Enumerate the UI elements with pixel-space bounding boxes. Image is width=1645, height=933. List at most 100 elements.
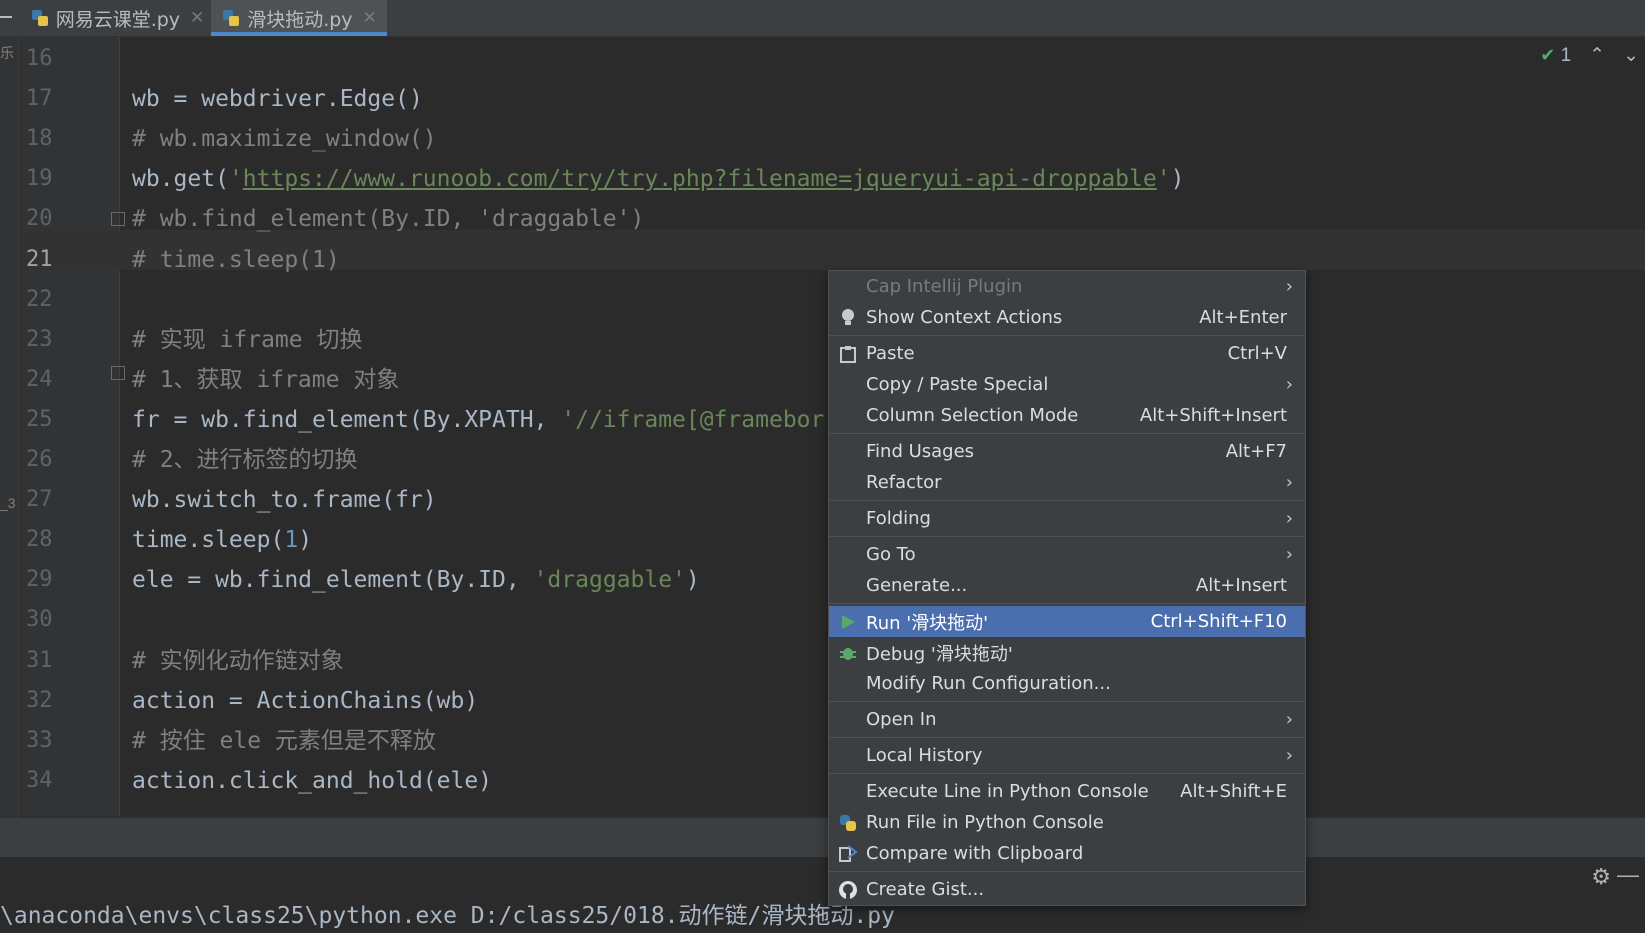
code-line[interactable]: 21 # time.sleep(1) [0, 240, 1645, 280]
code-line[interactable]: 34 action.click_and_hold(ele) [0, 761, 1645, 801]
code-token: # wb.maximize_window() [132, 126, 437, 153]
debug-icon [837, 642, 859, 664]
code-line[interactable]: 25 fr = wb.find_element(By.XPATH, '//ifra… [0, 400, 1645, 440]
menu-item-compare-with-clipboard[interactable]: Compare with Clipboard [829, 838, 1305, 869]
menu-item-column-selection-mode[interactable]: Column Selection Mode Alt+Shift+Insert [829, 400, 1305, 431]
code-line[interactable]: 28 time.sleep(1) [0, 520, 1645, 560]
menu-separator [829, 701, 1305, 702]
code-token: # 1、获取 iframe 对象 [132, 366, 400, 393]
line-number: 34 [26, 767, 53, 793]
code-line[interactable]: 29 ele = wb.find_element(By.ID, 'draggabl… [0, 560, 1645, 600]
code-token: action.click_and_hold(ele) [132, 767, 493, 794]
menu-separator [829, 871, 1305, 872]
menu-item-copy-paste-special[interactable]: Copy / Paste Special › [829, 369, 1305, 400]
code-token: ele = wb.find_element(By.ID, [132, 567, 534, 594]
code-text[interactable]: ele = wb.find_element(By.ID, 'draggable'… [132, 560, 700, 600]
menu-item-open-in[interactable]: Open In › [829, 704, 1305, 735]
menu-item-label: Generate... [866, 575, 968, 596]
menu-item-label: Folding [866, 508, 931, 529]
code-text[interactable]: # 2、进行标签的切换 [132, 440, 358, 480]
code-line[interactable]: 20 # wb.find_element(By.ID, 'draggable') [0, 199, 1645, 239]
chevron-right-icon: › [1285, 544, 1293, 565]
chevron-up-icon[interactable]: ⌃ [1589, 44, 1605, 67]
menu-separator [829, 536, 1305, 537]
code-text[interactable]: # 1、获取 iframe 对象 [132, 360, 399, 400]
minimize-icon[interactable]: — [1617, 862, 1639, 888]
code-token: ' [1156, 166, 1171, 193]
code-text[interactable]: wb.get('https://www.runoob.com/try/try.p… [132, 159, 1184, 199]
menu-item-run[interactable]: Run '滑块拖动' Ctrl+Shift+F10 [829, 606, 1305, 637]
menu-item-label: Compare with Clipboard [866, 843, 1084, 864]
menu-item-show-context-actions[interactable]: Show Context Actions Alt+Enter [829, 302, 1305, 333]
menu-item-label: Modify Run Configuration... [866, 673, 1111, 694]
menu-item-run-file-in-python-console[interactable]: Run File in Python Console [829, 807, 1305, 838]
code-line[interactable]: 33 # 按住 ele 元素但是不释放 [0, 721, 1645, 761]
code-text[interactable]: # time.sleep(1) [132, 240, 340, 280]
chevron-down-icon[interactable]: ⌄ [1623, 44, 1639, 67]
code-text[interactable]: # 按住 ele 元素但是不释放 [132, 721, 436, 761]
code-line[interactable]: 23 # 实现 iframe 切换 [0, 320, 1645, 360]
code-line[interactable]: 22 [0, 280, 1645, 320]
menu-item-generate[interactable]: Generate... Alt+Insert [829, 570, 1305, 601]
code-text[interactable]: fr = wb.find_element(By.XPATH, '//iframe… [132, 400, 824, 440]
menu-item-create-gist[interactable]: Create Gist... [829, 874, 1305, 905]
code-line[interactable]: 30 [0, 600, 1645, 640]
menu-item-folding[interactable]: Folding › [829, 503, 1305, 534]
menu-item-label: Copy / Paste Special [866, 374, 1049, 395]
menu-item-find-usages[interactable]: Find Usages Alt+F7 [829, 436, 1305, 467]
code-token: wb.switch_to.frame(fr) [132, 487, 437, 514]
code-text[interactable]: time.sleep(1) [132, 520, 312, 560]
console-output: \anaconda\envs\class25\python.exe D:/cla… [0, 903, 895, 929]
code-text[interactable]: wb = webdriver.Edge() [132, 79, 423, 119]
line-number: 30 [26, 607, 53, 633]
menu-separator [829, 737, 1305, 738]
code-text[interactable]: wb.switch_to.frame(fr) [132, 480, 437, 520]
inspection-status[interactable]: ✔ 1 [1540, 45, 1571, 67]
tab-1[interactable]: 网易云课堂.py ✕ [28, 0, 206, 36]
code-line[interactable]: 18 # wb.maximize_window() [0, 119, 1645, 159]
code-text[interactable]: # 实现 iframe 切换 [132, 320, 362, 360]
code-line[interactable]: 32 action = ActionChains(wb) [0, 681, 1645, 721]
menu-item-refactor[interactable]: Refactor › [829, 467, 1305, 498]
line-number: 18 [26, 126, 53, 152]
line-number: 28 [26, 527, 53, 553]
code-text[interactable]: action = ActionChains(wb) [132, 681, 478, 721]
fold-marker-icon[interactable] [111, 366, 125, 380]
code-line[interactable]: 27 wb.switch_to.frame(fr) [0, 480, 1645, 520]
close-icon[interactable]: ✕ [363, 8, 377, 28]
menu-item-execute-line-in-python-console[interactable]: Execute Line in Python Console Alt+Shift+… [829, 776, 1305, 807]
code-line[interactable]: 31 # 实例化动作链对象 [0, 641, 1645, 681]
code-text[interactable]: # wb.find_element(By.ID, 'draggable') [132, 199, 644, 239]
code-line[interactable]: 26 # 2、进行标签的切换 [0, 440, 1645, 480]
code-token: ) [685, 567, 700, 594]
menu-item-cap-intellij-plugin[interactable]: Cap Intellij Plugin › [829, 271, 1305, 302]
code-line[interactable]: 19 wb.get('https://www.runoob.com/try/try… [0, 159, 1645, 199]
menu-item-debug[interactable]: Debug '滑块拖动' [829, 637, 1305, 668]
code-text[interactable]: action.click_and_hold(ele) [132, 761, 492, 801]
menu-item-go-to[interactable]: Go To › [829, 539, 1305, 570]
code-line[interactable]: 17 wb = webdriver.Edge() [0, 79, 1645, 119]
line-number: 20 [26, 206, 53, 232]
fold-marker-icon[interactable] [111, 212, 125, 226]
menu-item-shortcut: Alt+Shift+Insert [1139, 405, 1287, 426]
line-number: 31 [26, 647, 53, 673]
line-number: 26 [26, 447, 53, 472]
menu-item-label: Find Usages [866, 441, 975, 462]
gear-icon[interactable]: ⚙ [1591, 864, 1611, 890]
menu-item-paste[interactable]: Paste Ctrl+V [829, 338, 1305, 369]
code-line[interactable]: 16 [0, 39, 1645, 79]
menu-item-modify-run-configuration[interactable]: Modify Run Configuration... [829, 668, 1305, 699]
code-text[interactable]: # 实例化动作链对象 [132, 641, 344, 681]
tab-2[interactable]: 滑块拖动.py ✕ [211, 0, 387, 36]
menu-item-local-history[interactable]: Local History › [829, 740, 1305, 771]
run-icon [837, 611, 859, 633]
code-line[interactable]: 24 # 1、获取 iframe 对象 [0, 360, 1645, 400]
collapse-icon[interactable] [0, 16, 12, 18]
inspection-count: 1 [1560, 44, 1572, 66]
python-file-icon [30, 8, 50, 28]
close-icon[interactable]: ✕ [190, 8, 204, 28]
menu-item-shortcut: Ctrl+Shift+F10 [1150, 611, 1287, 632]
chevron-right-icon: › [1285, 276, 1293, 297]
inspection-widget[interactable]: ✔ 1 ⌃ ⌄ [1540, 44, 1645, 67]
code-text[interactable]: # wb.maximize_window() [132, 119, 437, 159]
